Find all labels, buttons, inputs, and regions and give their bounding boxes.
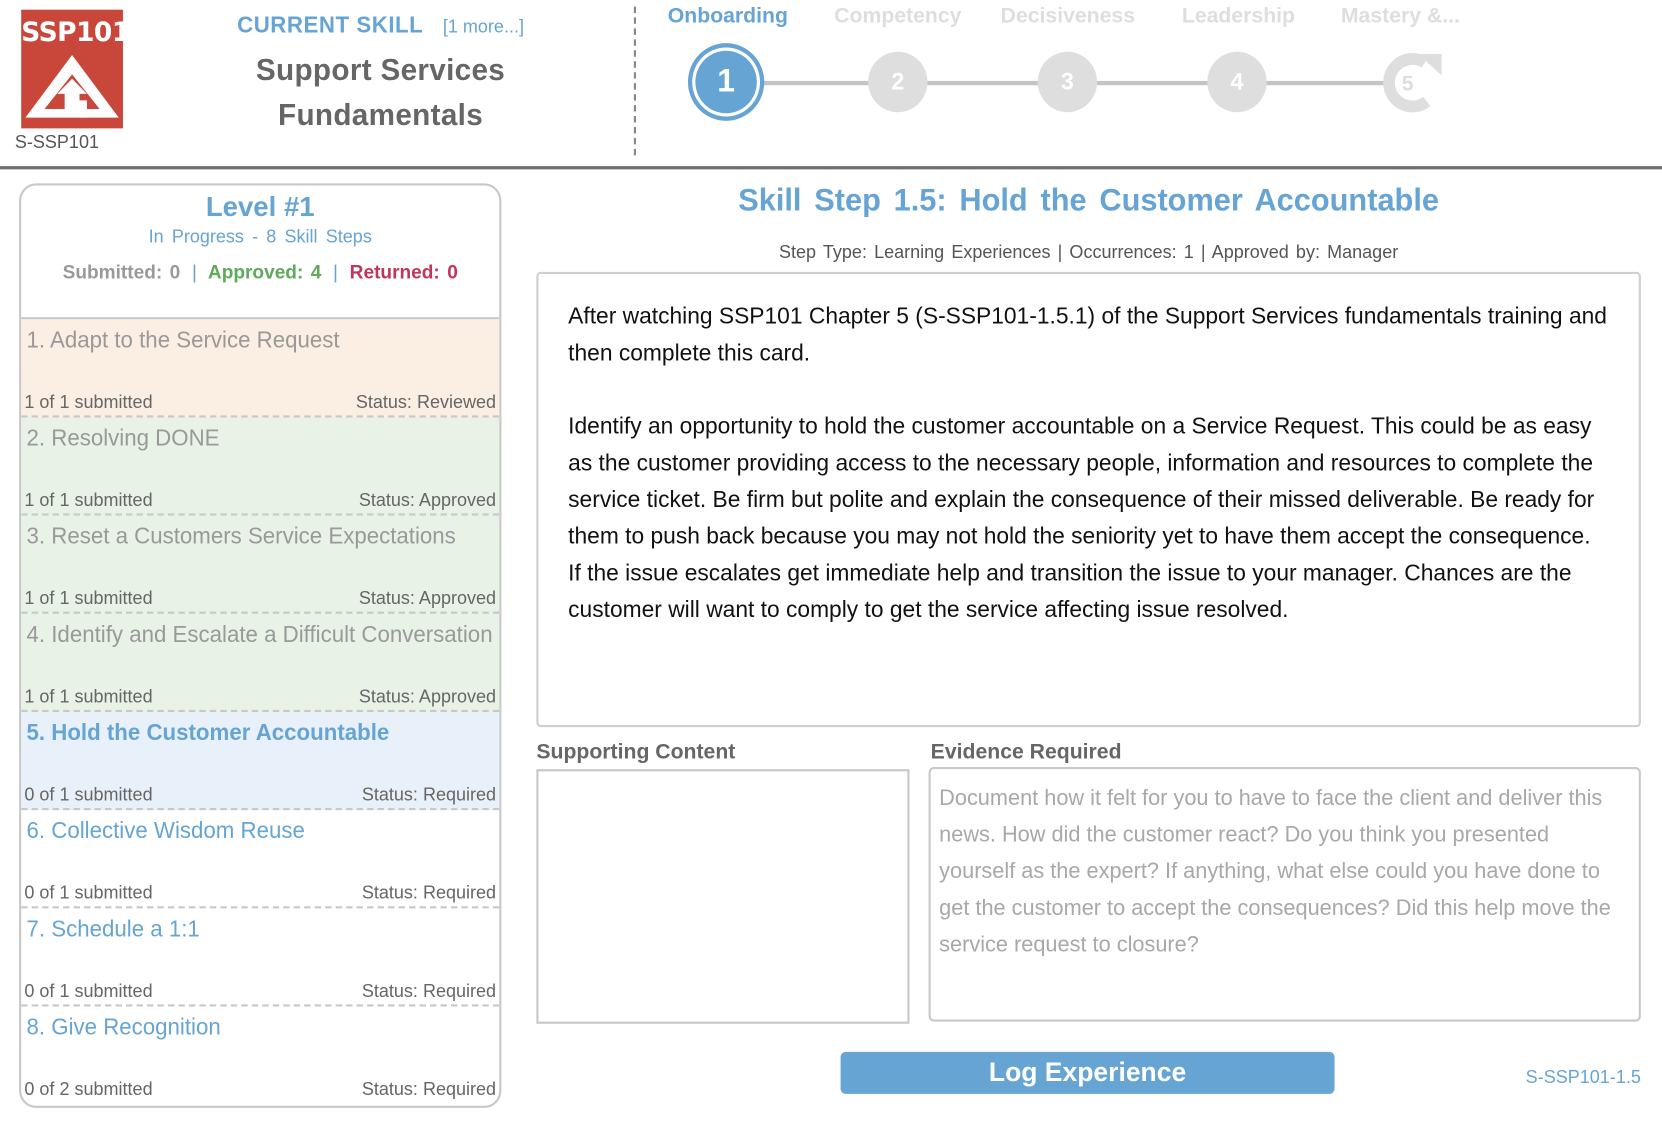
stage-connector [1261,80,1387,86]
stage-connector [922,80,1046,86]
skill-step-status: Status: Required [361,980,497,1002]
skill-code: S-SSP101 [14,131,99,153]
header-divider [633,6,636,156]
current-skill-label: CURRENT SKILL [237,12,424,38]
skill-step-status: Status: Reviewed [355,391,497,413]
skill-step-status: Status: Approved [358,587,497,609]
skill-step-heading: Skill Step 1.5: Hold the Customer Accoun… [738,183,1439,218]
skill-step-status: Status: Approved [358,489,497,511]
skill-step-submitted: 0 of 2 submitted [24,1078,153,1100]
stage-label-competency[interactable]: Competency [834,4,961,29]
repeat-icon: 5 [1383,53,1442,113]
skill-step-item[interactable]: 3. Reset a Customers Service Expectation… [21,515,500,614]
stage-step-2[interactable]: 2 [868,51,928,113]
stage-connector [758,80,876,86]
skill-step-item[interactable]: 6. Collective Wisdom Reuse 0 of 1 submit… [21,810,500,909]
skill-step-submitted: 1 of 1 submitted [24,587,153,609]
skill-step-item[interactable]: 1. Adapt to the Service Request 1 of 1 s… [21,319,500,418]
skill-step-meta: Step Type: Learning Experiences | Occurr… [779,241,1399,263]
approved-label: Approved: [207,261,304,283]
skill-step-title: 6. Collective Wisdom Reuse [26,818,305,844]
more-skills-link[interactable]: [1 more...] [443,16,524,36]
skill-step-title: 4. Identify and Escalate a Difficult Con… [26,622,493,648]
stage-step-5[interactable]: 5 [1378,50,1446,122]
skill-name: Support Services Fundamentals [212,47,549,138]
supporting-content-panel[interactable] [536,769,910,1024]
stage-label-mastery[interactable]: Mastery &... [1341,4,1460,29]
separator: | [191,261,197,283]
stage-step-5-number: 5 [1402,71,1414,95]
skill-step-description: After watching SSP101 Chapter 5 (S-SSP10… [536,271,1641,728]
submitted-label: Submitted: [62,261,163,283]
stage-step-3[interactable]: 3 [1037,51,1098,113]
evidence-required-label: Evidence Required [930,740,1122,764]
skill-name-line2: Fundamentals [278,98,484,132]
stage-label-onboarding[interactable]: Onboarding [668,4,788,29]
level-counts: Submitted: 0 | Approved: 4 | Returned: 0 [21,261,499,284]
returned-count: 0 [447,261,458,283]
skill-step-item[interactable]: 8. Give Recognition 0 of 2 submitted Sta… [21,1007,499,1103]
level-up-arrow-icon [25,55,119,118]
supporting-content-label: Supporting Content [536,740,736,764]
skill-step-title: 2. Resolving DONE [26,426,220,451]
stage-connector [1091,80,1215,86]
skill-step-status: Status: Required [361,882,497,903]
skill-step-submitted: 1 of 1 submitted [24,686,153,707]
skill-logo: SSP101 [21,9,130,129]
description-paragraph: Identify an opportunity to hold the cust… [568,413,1595,623]
skill-step-code: S-SSP101-1.5 [1525,1066,1641,1088]
level-subtitle: In Progress - 8 Skill Steps [148,226,372,248]
skill-step-item-current[interactable]: 5. Hold the Customer Accountable 0 of 1 … [21,712,500,811]
evidence-input[interactable] [928,767,1641,1022]
skill-step-item[interactable]: 2. Resolving DONE 1 of 1 submitted Statu… [21,417,500,516]
separator: | [333,261,339,283]
current-skill-header: CURRENT SKILL [1 more...] Support Servic… [212,13,549,138]
skill-step-submitted: 0 of 1 submitted [24,882,153,903]
skill-step-title: 3. Reset a Customers Service Expectation… [26,524,456,550]
stage-label-leadership[interactable]: Leadership [1182,4,1295,29]
skill-step-title: 1. Adapt to the Service Request [26,327,340,353]
skill-step-status: Status: Required [361,1078,497,1100]
logo-text: SSP101 [21,16,130,48]
skill-step-submitted: 0 of 1 submitted [24,980,153,1002]
skill-step-item[interactable]: 7. Schedule a 1:1 0 of 1 submitted Statu… [21,908,500,1007]
header-rule [0,166,1662,170]
level-sidebar: Level #1 In Progress - 8 Skill Steps Sub… [19,183,502,1108]
skill-step-title: 8. Give Recognition [26,1015,221,1040]
skill-step-submitted: 0 of 1 submitted [24,784,153,805]
stage-label-decisiveness[interactable]: Decisiveness [1001,4,1135,29]
stage-step-1[interactable]: 1 [695,50,757,114]
skill-step-status: Status: Approved [358,686,497,707]
skill-name-line1: Support Services [255,52,506,87]
skill-steps-list: 1. Adapt to the Service Request 1 of 1 s… [21,317,500,1103]
stage-step-4[interactable]: 4 [1207,51,1267,113]
log-experience-button[interactable]: Log Experience [840,1051,1335,1094]
submitted-count: 0 [169,261,181,283]
returned-label: Returned: [349,261,440,283]
skill-step-item[interactable]: 4. Identify and Escalate a Difficult Con… [21,613,500,713]
skill-step-submitted: 1 of 1 submitted [24,391,153,413]
skill-step-status: Status: Required [361,784,497,805]
description-paragraph: After watching SSP101 Chapter 5 (S-SSP10… [568,303,1607,366]
level-title: Level #1 [205,189,315,223]
skill-step-submitted: 1 of 1 submitted [24,489,153,511]
skill-step-title: 5. Hold the Customer Accountable [26,720,390,746]
skill-step-title: 7. Schedule a 1:1 [26,916,200,942]
approved-count: 4 [310,261,322,283]
